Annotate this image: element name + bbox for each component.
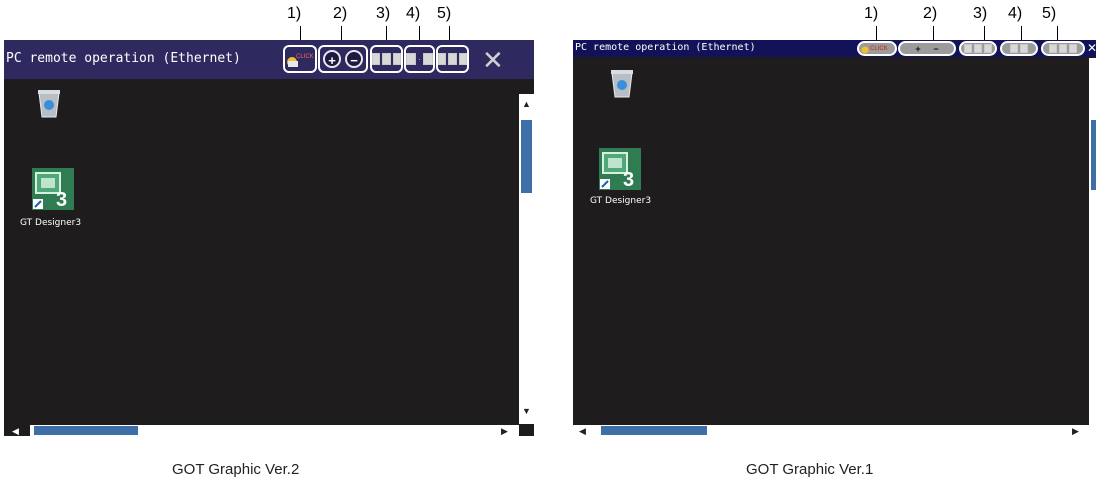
recycle-bin-icon[interactable]: [608, 67, 636, 99]
gt-designer3-icon[interactable]: 3: [599, 148, 641, 190]
scroll-up-icon[interactable]: ▲: [522, 99, 531, 109]
callout-1-v1: 1): [864, 5, 879, 22]
scroll-right-icon[interactable]: ▶: [501, 426, 508, 436]
callout-2-v1: 2): [923, 5, 938, 22]
ctrl-alt-del-icon: [1049, 44, 1057, 53]
shortcut-label: GT Designer3: [20, 218, 82, 228]
vertical-scroll-thumb[interactable]: [1091, 120, 1096, 190]
click-mode-icon: CLICK: [861, 46, 888, 54]
callout-5-v2: 5): [437, 5, 452, 22]
scroll-right-icon[interactable]: ▶: [1072, 426, 1079, 436]
keyboard-icon: [372, 53, 381, 65]
ctrl-alt-del-button[interactable]: [436, 45, 469, 73]
shortcut-label: GT Designer3: [590, 196, 652, 206]
callout-4-v1: 4): [1008, 5, 1023, 22]
callout-3-v1: 3): [973, 5, 988, 22]
caption-ver1: GOT Graphic Ver.1: [746, 461, 874, 478]
ctrl-esc-button[interactable]: ·: [404, 45, 435, 73]
gt-designer3-icon[interactable]: 3: [32, 168, 74, 210]
zoom-group: + −: [318, 45, 368, 73]
key-icon: [984, 44, 992, 53]
key-icon: [392, 53, 401, 65]
close-icon[interactable]: ✕: [482, 47, 504, 73]
zoom-in-icon[interactable]: +: [323, 50, 341, 68]
svg-text:3: 3: [56, 189, 67, 210]
window-title: PC remote operation (Ethernet): [575, 42, 756, 53]
click-mode-icon: CLICK: [287, 54, 314, 67]
caption-ver2: GOT Graphic Ver.2: [172, 461, 300, 478]
key-icon: [422, 53, 433, 65]
ctrl-alt-del-icon: [438, 53, 447, 65]
zoom-out-icon[interactable]: −: [345, 50, 363, 68]
scroll-left-icon[interactable]: ◀: [579, 426, 586, 436]
key-icon: [1059, 44, 1067, 53]
close-icon[interactable]: ✕: [1087, 41, 1096, 55]
ctrl-esc-icon: [1010, 44, 1018, 53]
remote-screen-ver1: PC remote operation (Ethernet) CLICK + −…: [573, 40, 1096, 436]
horizontal-scroll-thumb[interactable]: [34, 426, 138, 435]
recycle-bin-icon[interactable]: [35, 87, 63, 119]
keyboard-button[interactable]: [959, 41, 997, 56]
svg-text:3: 3: [623, 169, 634, 190]
zoom-out-icon[interactable]: −: [930, 44, 942, 54]
ctrl-esc-icon: [406, 53, 417, 65]
remote-screen-ver2: PC remote operation (Ethernet) CLICK + −…: [4, 40, 534, 436]
key-icon: [974, 44, 982, 53]
ctrl-alt-del-button[interactable]: [1041, 41, 1085, 56]
vertical-scroll-thumb[interactable]: [521, 120, 532, 193]
callout-5-v1: 5): [1042, 5, 1057, 22]
keyboard-button[interactable]: [370, 45, 403, 73]
click-mode-button[interactable]: CLICK: [283, 45, 317, 73]
key-icon: [458, 53, 467, 65]
key-icon: [382, 53, 391, 65]
callout-2-v2: 2): [333, 5, 348, 22]
click-text: CLICK: [296, 54, 314, 60]
horizontal-scroll-thumb[interactable]: [601, 426, 707, 435]
click-text: CLICK: [870, 46, 888, 52]
zoom-group: + −: [898, 41, 956, 56]
key-icon: [1020, 44, 1028, 53]
zoom-in-icon[interactable]: +: [912, 44, 924, 54]
keyboard-icon: [964, 44, 972, 53]
ctrl-esc-button[interactable]: [1000, 41, 1038, 56]
callout-4-v2: 4): [406, 5, 421, 22]
click-mode-button[interactable]: CLICK: [857, 41, 897, 56]
scroll-down-icon[interactable]: ▼: [522, 406, 531, 416]
callout-1-v2: 1): [287, 5, 302, 22]
callout-3-v2: 3): [376, 5, 391, 22]
vertical-scrollbar[interactable]: [1089, 58, 1096, 436]
key-icon: [1069, 44, 1077, 53]
key-icon: [448, 53, 457, 65]
window-title: PC remote operation (Ethernet): [6, 51, 241, 66]
plus-sign-icon: ·: [418, 54, 421, 64]
scroll-left-icon[interactable]: ◀: [12, 426, 19, 436]
